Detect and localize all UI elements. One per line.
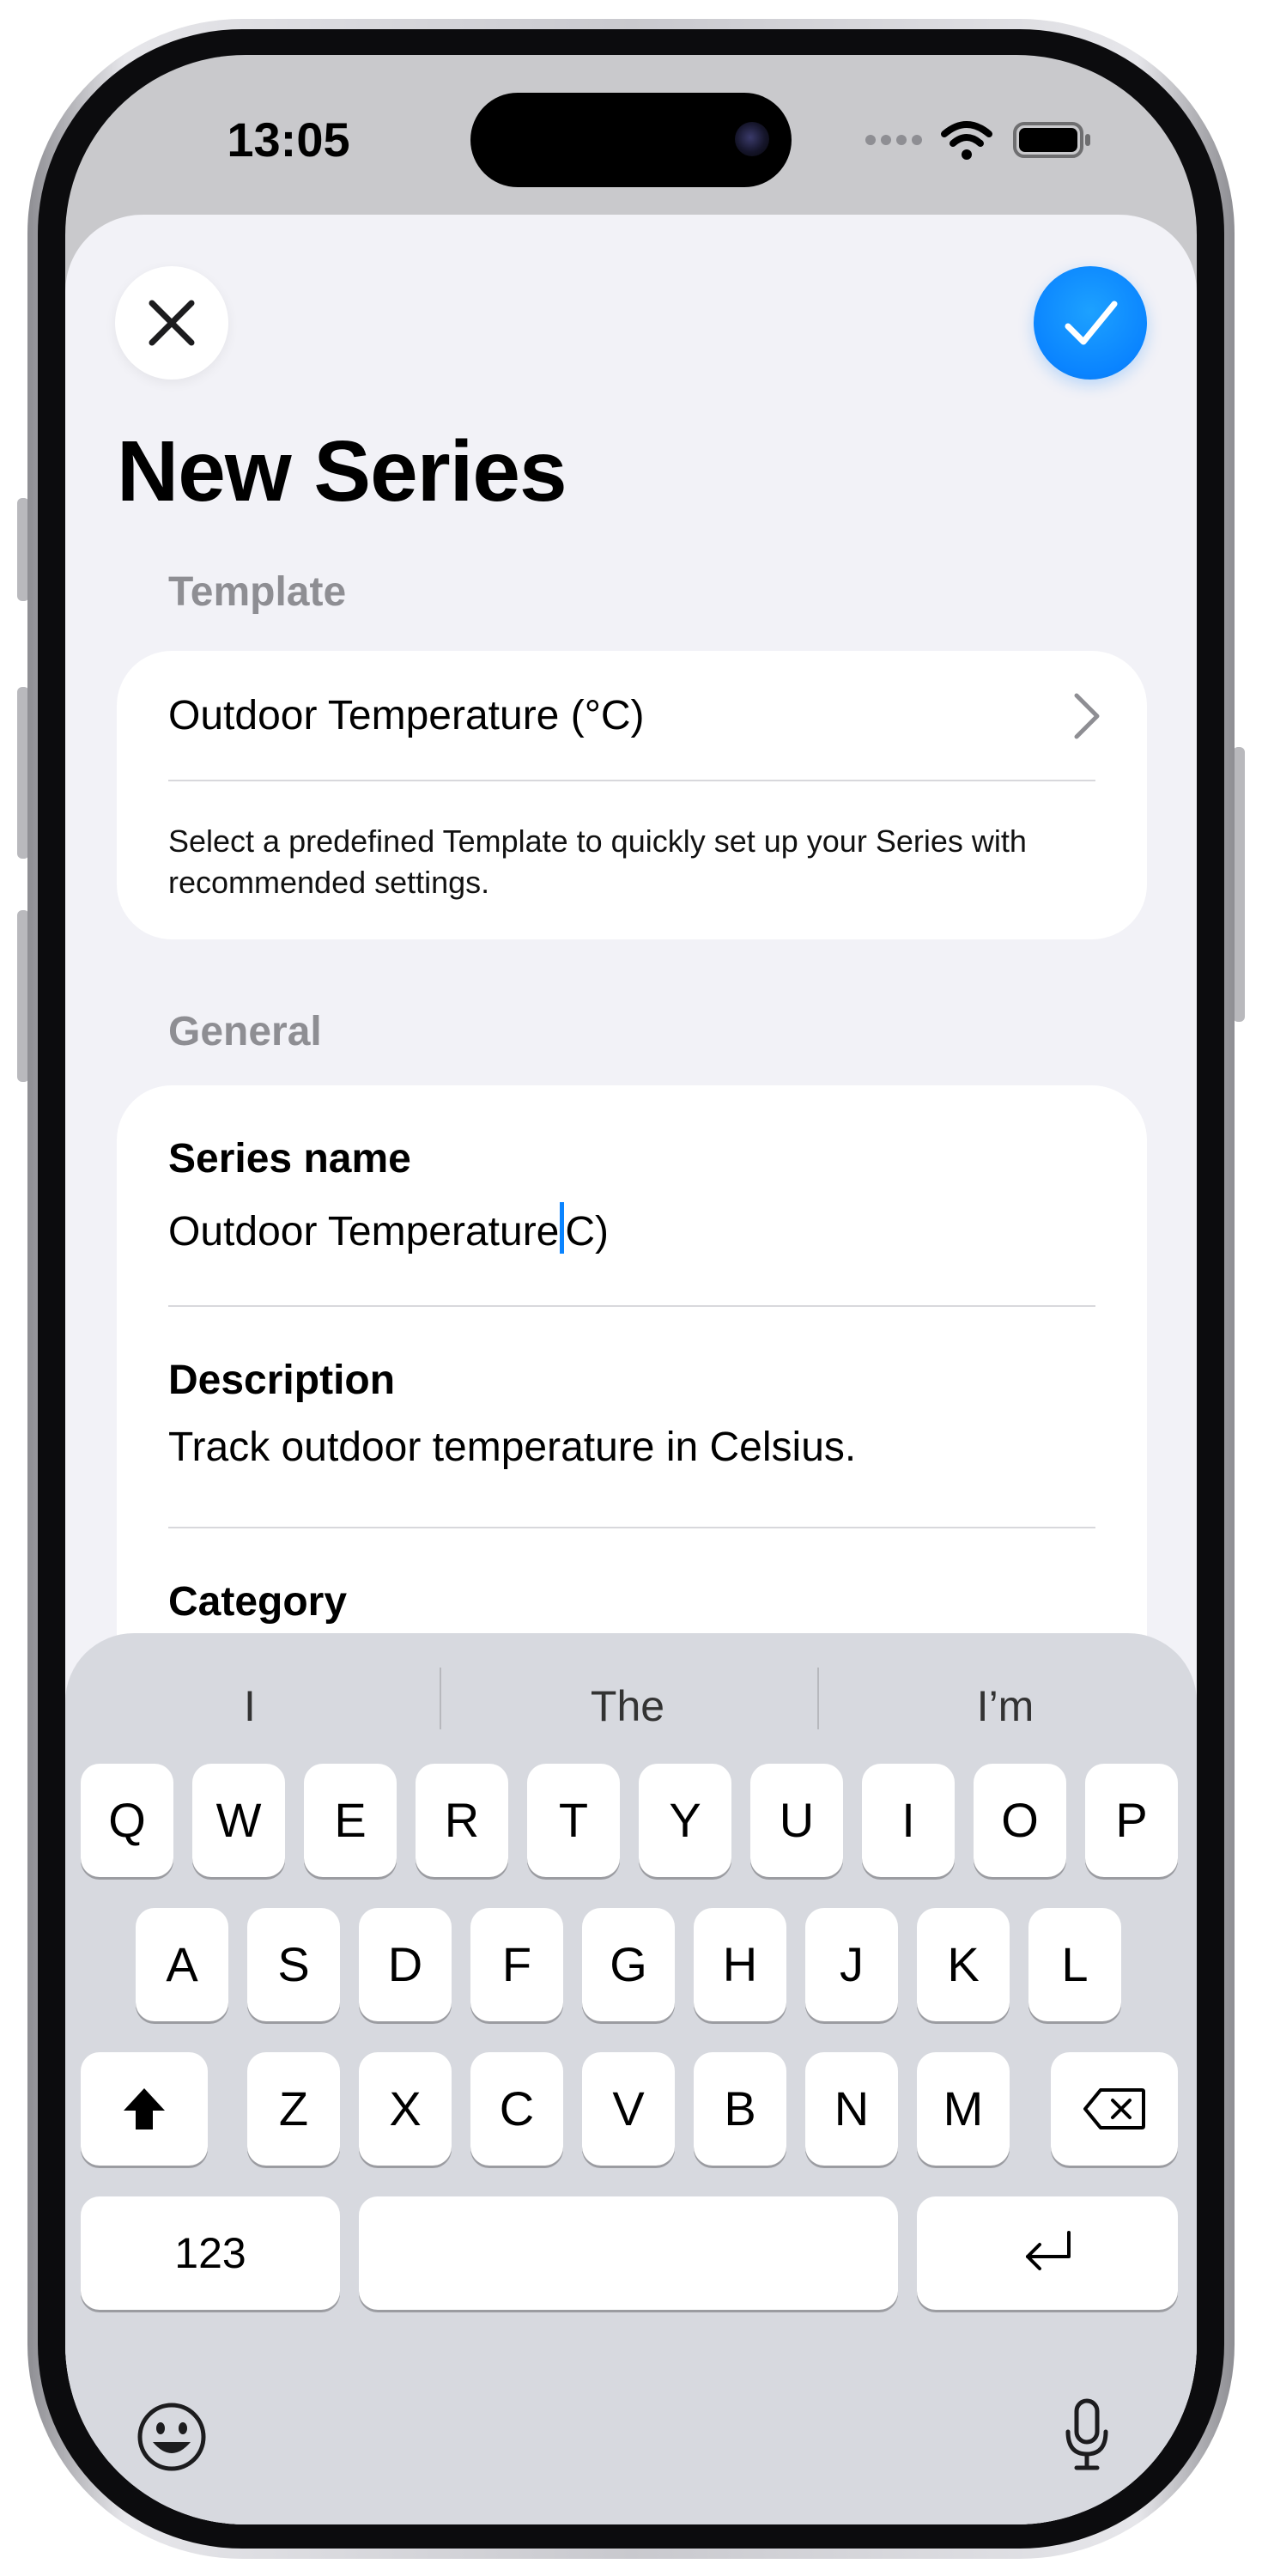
keyboard: I The I’m Q W E R T Y U I O P A S D F G … bbox=[65, 1633, 1197, 2524]
key-q[interactable]: Q bbox=[81, 1764, 173, 1877]
template-footnote: Select a predefined Template to quickly … bbox=[168, 823, 1027, 900]
key-e[interactable]: E bbox=[304, 1764, 397, 1877]
suggestion-separator bbox=[817, 1668, 819, 1729]
divider bbox=[168, 1527, 1095, 1528]
key-i[interactable]: I bbox=[862, 1764, 955, 1877]
key-t[interactable]: T bbox=[527, 1764, 620, 1877]
key-j[interactable]: J bbox=[805, 1908, 898, 2021]
key-p[interactable]: P bbox=[1085, 1764, 1178, 1877]
shift-icon bbox=[124, 2088, 165, 2129]
delete-backward-icon bbox=[1083, 2088, 1145, 2129]
template-card: Outdoor Temperature (°C) Select a predef… bbox=[117, 651, 1147, 939]
suggestion-1[interactable]: I bbox=[65, 1681, 434, 1731]
key-f[interactable]: F bbox=[470, 1908, 563, 2021]
key-l[interactable]: L bbox=[1028, 1908, 1121, 2021]
key-a[interactable]: A bbox=[136, 1908, 228, 2021]
section-label-general: General bbox=[168, 1009, 322, 1054]
key-c[interactable]: C bbox=[470, 2052, 563, 2166]
key-w[interactable]: W bbox=[192, 1764, 285, 1877]
key-k[interactable]: K bbox=[917, 1908, 1010, 2021]
return-key[interactable] bbox=[917, 2196, 1178, 2310]
status-time: 13:05 bbox=[227, 112, 350, 167]
key-m[interactable]: M bbox=[917, 2052, 1010, 2166]
battery-icon bbox=[1013, 122, 1090, 158]
page-title: New Series bbox=[117, 423, 567, 519]
divider bbox=[168, 780, 1095, 781]
description-label: Description bbox=[168, 1358, 396, 1403]
divider bbox=[168, 1305, 1095, 1307]
key-o[interactable]: O bbox=[974, 1764, 1066, 1877]
key-d[interactable]: D bbox=[359, 1908, 452, 2021]
category-label: Category bbox=[168, 1579, 348, 1625]
series-name-label: Series name bbox=[168, 1136, 411, 1182]
emoji-icon[interactable] bbox=[136, 2401, 208, 2473]
close-button[interactable] bbox=[115, 266, 228, 380]
key-b[interactable]: B bbox=[694, 2052, 786, 2166]
key-x[interactable]: X bbox=[359, 2052, 452, 2166]
key-u[interactable]: U bbox=[750, 1764, 843, 1877]
text-cursor bbox=[560, 1202, 565, 1254]
microphone-icon[interactable] bbox=[1061, 2397, 1113, 2475]
suggestion-separator bbox=[440, 1668, 441, 1729]
key-y[interactable]: Y bbox=[639, 1764, 731, 1877]
checkmark-icon bbox=[1065, 301, 1118, 345]
key-h[interactable]: H bbox=[694, 1908, 786, 2021]
power-button bbox=[1233, 747, 1245, 1022]
front-camera bbox=[735, 122, 769, 156]
key-n[interactable]: N bbox=[805, 2052, 898, 2166]
series-name-text-after: C) bbox=[565, 1209, 610, 1255]
description-input[interactable]: Track outdoor temperature in Celsius. bbox=[168, 1424, 856, 1471]
section-label-template: Template bbox=[168, 569, 347, 615]
cellular-signal-icon bbox=[865, 134, 927, 149]
delete-key[interactable] bbox=[1051, 2052, 1178, 2166]
suggestion-3[interactable]: I’m bbox=[821, 1681, 1190, 1731]
series-name-input[interactable]: Outdoor Temperature C) bbox=[168, 1202, 609, 1255]
screen: 13:05 New Series Template Outdoor Temper… bbox=[65, 55, 1197, 2524]
return-icon bbox=[1026, 2231, 1071, 2270]
key-z[interactable]: Z bbox=[247, 2052, 340, 2166]
key-v[interactable]: V bbox=[582, 2052, 675, 2166]
space-bar[interactable] bbox=[359, 2196, 898, 2310]
chevron-right-icon bbox=[1074, 693, 1100, 739]
template-selected-value: Outdoor Temperature (°C) bbox=[168, 693, 645, 738]
shift-key[interactable] bbox=[81, 2052, 208, 2166]
suggestion-2[interactable]: The bbox=[443, 1681, 812, 1731]
key-r[interactable]: R bbox=[416, 1764, 508, 1877]
confirm-button[interactable] bbox=[1034, 266, 1147, 380]
wifi-icon bbox=[941, 121, 992, 160]
close-icon bbox=[149, 300, 195, 346]
series-name-text: Outdoor Temperature bbox=[168, 1209, 560, 1255]
template-picker-row[interactable]: Outdoor Temperature (°C) bbox=[117, 651, 1147, 780]
key-g[interactable]: G bbox=[582, 1908, 675, 2021]
numbers-key[interactable]: 123 bbox=[81, 2196, 340, 2310]
key-s[interactable]: S bbox=[247, 1908, 340, 2021]
